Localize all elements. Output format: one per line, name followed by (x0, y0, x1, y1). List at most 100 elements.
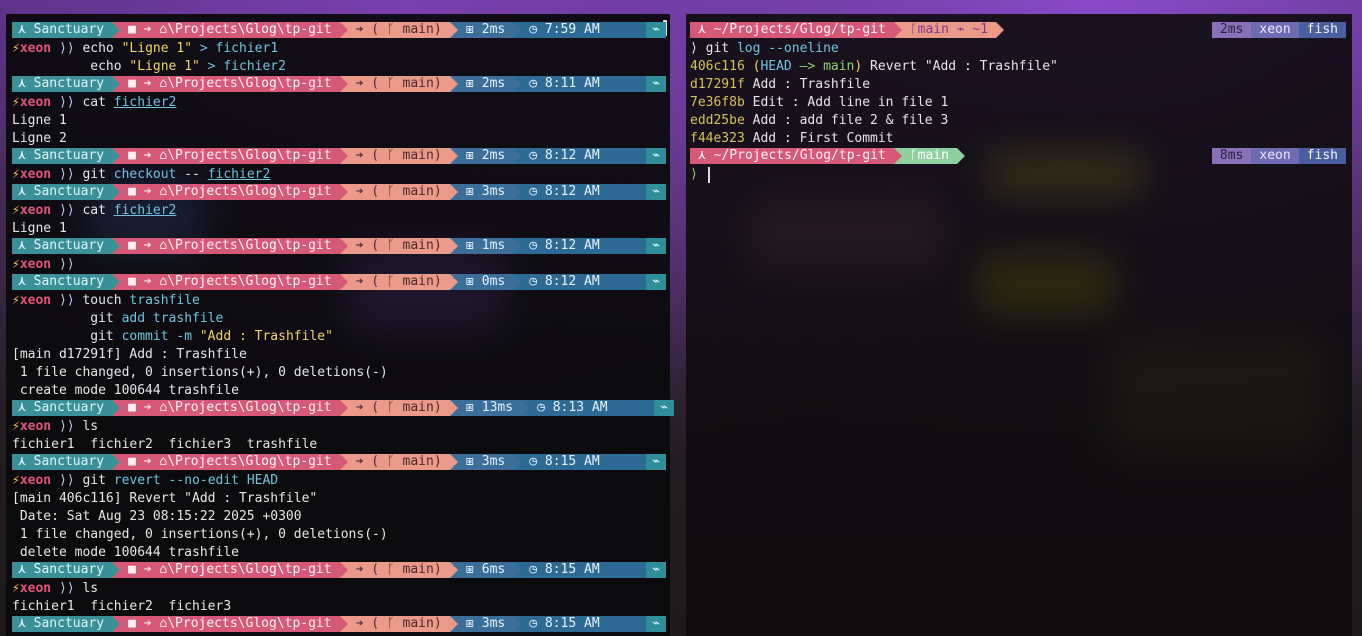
user-name: xeon (19, 95, 52, 110)
powerline-separator (449, 274, 458, 290)
text-span: fichier2 (113, 203, 177, 218)
duration-segment: ⧆ 13ms (457, 400, 522, 416)
clock-segment: ◷ 8:15 AM (521, 562, 608, 578)
path-segment: ■ ➔ ⌂\Projects\Glog\tp-git (120, 562, 340, 578)
duration-segment: ⧆ 3ms (457, 616, 514, 632)
powerline-separator (521, 400, 530, 416)
path-segment: ⋏ ~/Projects/Glog/tp-git (690, 22, 894, 38)
clock-segment: ◷ 8:13 AM (529, 400, 616, 416)
powerline-separator (112, 238, 121, 254)
text-span: fichier1 fichier2 fichier3 trashfile (12, 437, 318, 452)
prompt-bar: ⋏ Sanctuary ■ ➔ ⌂\Projects\Glog\tp-git ➔ (… (12, 454, 666, 470)
text-span: revert (113, 473, 161, 488)
text-span: > (192, 41, 216, 56)
duration-segment: ⧆ 1ms (457, 238, 514, 254)
duration-segment: ⧆ 0ms (457, 274, 514, 290)
path-segment: ■ ➔ ⌂\Projects\Glog\tp-git (120, 616, 340, 632)
log-entry: edd25be Add : add file 2 & file 3 (690, 112, 948, 130)
bar-fill (607, 274, 647, 290)
powerline-separator (112, 274, 121, 290)
prompt-chevron: ⟩⟩ (51, 473, 83, 488)
bar-fill (607, 148, 647, 164)
user-name: xeon (19, 419, 52, 434)
powerline-separator (449, 76, 458, 92)
bar-fill (607, 616, 647, 632)
command-line: ⚡xeon ⟩⟩ git checkout -- fichier2 (12, 166, 270, 184)
powerline-separator (112, 616, 121, 632)
path-segment: ■ ➔ ⌂\Projects\Glog\tp-git (120, 148, 340, 164)
command-line: ⚡xeon ⟩⟩ echo "Ligne 1" > fichier1 (12, 40, 278, 58)
command-line: ⚡xeon ⟩⟩ git revert --no-edit HEAD (12, 472, 278, 490)
log-entry: d17291f Add : Trashfile (690, 76, 870, 94)
output-line: 1 file changed, 0 insertions(+), 0 delet… (12, 526, 388, 544)
terminal-line: git add trashfile (12, 310, 223, 328)
bolt-icon: ⚡ (12, 473, 20, 488)
text-span: create mode 100644 trashfile (12, 383, 239, 398)
powerline-separator (112, 454, 121, 470)
text-cursor (707, 166, 710, 183)
status-segments: 8ms xeon fish (1211, 148, 1346, 164)
commit-message: Edit : Add line in file 1 (744, 95, 949, 110)
bolt-icon: ⚡ (12, 167, 20, 182)
powerline-separator (449, 148, 458, 164)
output-line: 1 file changed, 0 insertions(+), 0 delet… (12, 364, 388, 382)
bolt-icon: ⚡ (12, 293, 20, 308)
bar-fill (607, 76, 647, 92)
powerline-separator (449, 400, 458, 416)
branch-segment: ➔ ( ᚴ main) (347, 616, 450, 632)
text-span: "Ligne 1" (121, 41, 193, 56)
output-line: Ligne 2 (12, 130, 67, 148)
text-span: Date: Sat Aug 23 08:15:22 2025 +0300 (12, 509, 302, 524)
powerline-separator (339, 454, 348, 470)
powerline-separator (893, 22, 902, 38)
text-span: fichier2 (207, 167, 271, 182)
powerline-separator (956, 148, 965, 164)
text-span: > (199, 59, 224, 74)
shell-segment: fish (1298, 22, 1346, 38)
bar-fill (607, 238, 647, 254)
text-span: --oneline (760, 41, 839, 56)
log-entry: 406c116 (HEAD —> main) Revert "Add : Tra… (690, 58, 1058, 76)
branch-segment: ᚴmain (901, 148, 957, 164)
duration-segment: 2ms (1211, 22, 1252, 38)
text-span: cat (82, 203, 114, 218)
path-segment: ■ ➔ ⌂\Projects\Glog\tp-git (120, 76, 340, 92)
duration-segment: ⧆ 2ms (457, 148, 514, 164)
output-line: [main d17291f] Add : Trashfile (12, 346, 247, 364)
powerline-separator (112, 562, 121, 578)
commit-hash: f44e323 (690, 131, 745, 146)
text-span: —> (791, 59, 824, 74)
status-icon: ⌁ (646, 22, 666, 38)
branch-segment: ᚴmain ⌁ ~1 (901, 22, 997, 38)
status-icon: ⌁ (646, 148, 666, 164)
input-line[interactable]: ⟩ (690, 166, 710, 184)
powerline-separator (112, 22, 121, 38)
text-span: fichier2 (223, 59, 286, 74)
user-name: xeon (19, 293, 52, 308)
commit-hash: 406c116 (690, 59, 745, 74)
text-span: git (705, 41, 737, 56)
log-entry: 7e36f8b Edit : Add line in file 1 (690, 94, 948, 112)
powerline-separator (996, 22, 1005, 38)
text-span: git (82, 167, 114, 182)
hostname-segment: ⋏ Sanctuary (12, 454, 113, 470)
path-segment: ■ ➔ ⌂\Projects\Glog\tp-git (120, 454, 340, 470)
output-line: Ligne 1 (12, 112, 67, 130)
commit-hash: d17291f (690, 77, 745, 92)
hostname-segment: ⋏ Sanctuary (12, 184, 113, 200)
command-line: ⚡xeon ⟩⟩ touch trashfile (12, 292, 200, 310)
text-span: echo (82, 41, 122, 56)
branch-segment: ➔ ( ᚴ main) (347, 238, 450, 254)
branch-segment: ➔ ( ᚴ main) (347, 22, 450, 38)
text-span: commit (121, 329, 169, 344)
user-name: xeon (19, 41, 52, 56)
command-line: ⟩ git log --oneline (690, 40, 839, 58)
text-span: trashfile (129, 293, 200, 308)
duration-segment: ⧆ 6ms (457, 562, 514, 578)
text-span: [main d17291f] Add : Trashfile (12, 347, 247, 362)
prompt-bar: ⋏ Sanctuary ■ ➔ ⌂\Projects\Glog\tp-git ➔ (… (12, 562, 666, 578)
text-span: -m (168, 329, 200, 344)
branch-segment: ➔ ( ᚴ main) (347, 76, 450, 92)
text-span: add (121, 311, 153, 326)
powerline-separator (339, 400, 348, 416)
